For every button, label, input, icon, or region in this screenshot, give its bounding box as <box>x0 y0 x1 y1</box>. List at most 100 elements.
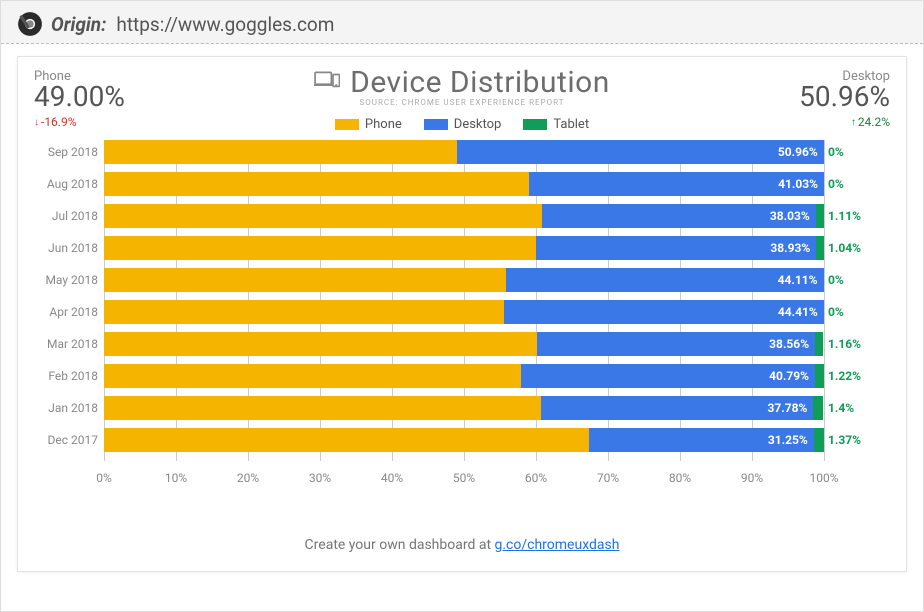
value-desktop: 37.78% <box>767 396 807 420</box>
desktop-value: 50.96% <box>730 82 890 113</box>
devices-icon <box>314 70 340 96</box>
phone-value: 49.00% <box>34 82 194 113</box>
segment-phone: 60% <box>104 236 536 260</box>
segment-desktop: 38.56% <box>537 332 815 356</box>
x-axis-label: 50% <box>453 471 475 485</box>
chart-legend: Phone Desktop Tablet <box>194 117 730 132</box>
segment-phone: 60.83% <box>104 204 542 228</box>
x-axis-label: 90% <box>741 471 763 485</box>
stacked-bar: 60.2%38.56% <box>104 332 824 356</box>
legend-desktop: Desktop <box>424 117 502 132</box>
legend-phone: Phone <box>335 117 402 132</box>
chart-area: 0%10%20%30%40%50%60%70%80%90%100%Sep 201… <box>104 140 864 485</box>
bar-row: Mar 201860.2%38.56%1.16% <box>104 332 864 356</box>
bar-row: Sep 201849%50.96%0% <box>104 140 864 164</box>
stacked-bar: 67.33% 31.25% <box>104 428 824 452</box>
bar-row: Dec 201767.33%31.25%1.37% <box>104 428 864 452</box>
y-axis-label: Jan 2018 <box>34 396 98 420</box>
y-axis-label: May 2018 <box>34 268 98 292</box>
header-title-block: Device Distribution SOURCE: CHROME USER … <box>194 65 730 132</box>
value-tablet: 1.11% <box>828 204 861 228</box>
value-tablet: 0% <box>828 140 844 164</box>
bar-row: Aug 201858.97%41.03%0% <box>104 172 864 196</box>
stacked-bar: 49%50.96% <box>104 140 824 164</box>
footer-link[interactable]: g.co/chromeuxdash <box>495 537 620 553</box>
segment-desktop: 31.25% <box>589 428 814 452</box>
stacked-bar: 55.83%44.11% <box>104 268 824 292</box>
x-axis-label: 100% <box>809 471 838 485</box>
x-axis-label: 70% <box>597 471 619 485</box>
origin-bar: Origin: https://www.goggles.com <box>1 1 923 44</box>
segment-phone: 57.96% <box>104 364 521 388</box>
stacked-bar: 60.74% 37.78% <box>104 396 824 420</box>
value-desktop: 31.25% <box>768 428 808 452</box>
x-axis-label: 60% <box>525 471 547 485</box>
segment-phone: 60.74% <box>104 396 541 420</box>
desktop-delta: ↑24.2% <box>730 115 890 129</box>
segment-desktop: 44.41% <box>504 300 824 324</box>
value-desktop: 40.79% <box>769 364 809 388</box>
segment-phone: 58.97% <box>104 172 529 196</box>
y-axis-label: Apr 2018 <box>34 300 98 324</box>
chart-title: Device Distribution <box>350 65 610 100</box>
segment-tablet <box>816 236 823 260</box>
value-tablet: 1.16% <box>828 332 861 356</box>
swatch-phone <box>335 119 359 130</box>
footer-prefix: Create your own dashboard at <box>305 537 495 553</box>
x-axis-label: 0% <box>96 471 112 485</box>
segment-phone: 60.2% <box>104 332 537 356</box>
chart-card: Phone 49.00% ↓-16.9% Device Distribution <box>17 56 907 572</box>
y-axis-label: Sep 2018 <box>34 140 98 164</box>
swatch-desktop <box>424 119 448 130</box>
chrome-icon <box>17 11 43 37</box>
x-axis-label: 80% <box>669 471 691 485</box>
bar-row: Jan 201860.74%37.78%1.4% <box>104 396 864 420</box>
value-tablet: 0% <box>828 172 844 196</box>
segment-tablet <box>815 364 824 388</box>
value-tablet: 0% <box>828 268 844 292</box>
segment-phone: 67.33% <box>104 428 589 452</box>
arrow-up-icon: ↑ <box>851 117 856 128</box>
y-axis-label: Jun 2018 <box>34 236 98 260</box>
y-axis-label: Mar 2018 <box>34 332 98 356</box>
arrow-down-icon: ↓ <box>34 117 39 128</box>
bar-row: May 201855.83%44.11%0% <box>104 268 864 292</box>
stacked-bar: 60.83% 38.03% <box>104 204 824 228</box>
origin-url: https://www.goggles.com <box>116 13 334 36</box>
stacked-bar: 58.97%41.03% <box>104 172 824 196</box>
y-axis-label: Jul 2018 <box>34 204 98 228</box>
value-desktop: 50.96% <box>778 140 818 164</box>
segment-desktop: 38.03% <box>542 204 816 228</box>
segment-desktop: 44.11% <box>506 268 824 292</box>
segment-desktop: 37.78% <box>541 396 813 420</box>
segment-tablet <box>816 204 824 228</box>
stacked-bar: 57.96% 40.79% <box>104 364 824 388</box>
phone-delta: ↓-16.9% <box>34 115 194 129</box>
bar-row: Jul 201860.83%38.03%1.11% <box>104 204 864 228</box>
bar-row: Jun 201860%38.93%1.04% <box>104 236 864 260</box>
value-tablet: 0% <box>828 300 844 324</box>
stacked-bar: 60%38.93% <box>104 236 824 260</box>
stacked-bar: 55.56%44.41% <box>104 300 824 324</box>
origin-label: Origin: <box>51 13 106 36</box>
value-desktop: 44.11% <box>778 268 818 292</box>
x-axis-label: 10% <box>165 471 187 485</box>
y-axis-label: Dec 2017 <box>34 428 98 452</box>
segment-desktop: 40.79% <box>521 364 815 388</box>
value-desktop: 38.03% <box>770 204 810 228</box>
y-axis-label: Aug 2018 <box>34 172 98 196</box>
swatch-tablet <box>523 119 547 130</box>
legend-tablet: Tablet <box>523 117 589 132</box>
segment-desktop: 38.93% <box>536 236 816 260</box>
header-row: Phone 49.00% ↓-16.9% Device Distribution <box>34 65 890 132</box>
x-axis-label: 20% <box>237 471 259 485</box>
value-desktop: 44.41% <box>778 300 818 324</box>
segment-tablet <box>814 428 824 452</box>
value-tablet: 1.37% <box>828 428 861 452</box>
segment-tablet <box>815 332 823 356</box>
x-axis-label: 30% <box>309 471 331 485</box>
segment-desktop: 50.96% <box>457 140 824 164</box>
bar-row: Feb 201857.96%40.79%1.22% <box>104 364 864 388</box>
chart-subtitle: SOURCE: CHROME USER EXPERIENCE REPORT <box>194 98 730 107</box>
footer-text: Create your own dashboard at g.co/chrome… <box>18 537 906 553</box>
